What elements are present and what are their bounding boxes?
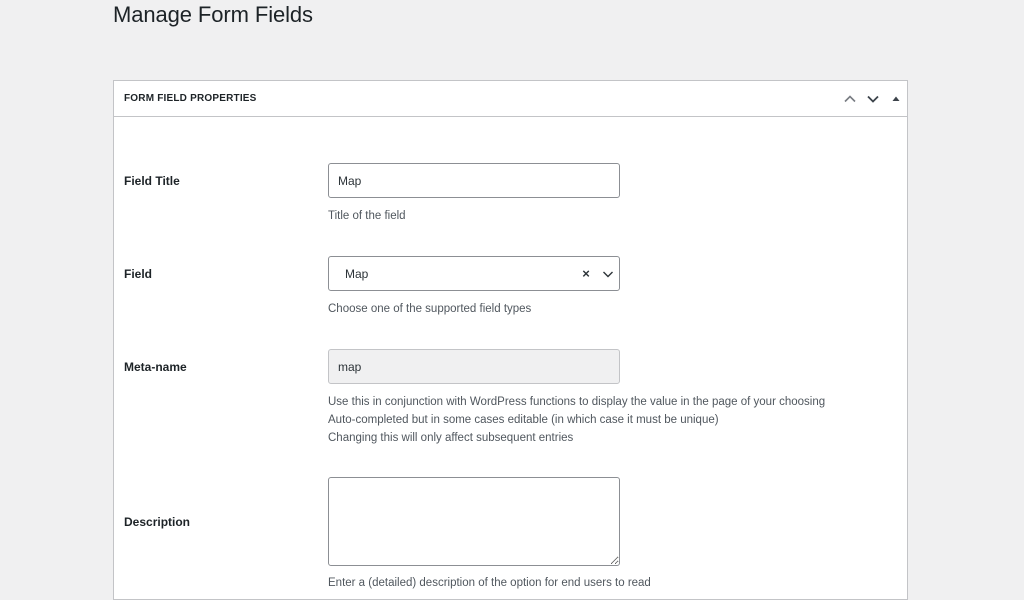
field-type-selected-value: Map xyxy=(345,266,369,281)
triangle-up-icon[interactable] xyxy=(884,81,907,117)
description-label: Description xyxy=(124,515,191,529)
chevron-up-icon[interactable] xyxy=(838,81,861,117)
description-help: Enter a (detailed) description of the op… xyxy=(328,577,651,589)
postbox-title: FORM FIELD PROPERTIES xyxy=(124,93,257,104)
meta-name-label: Meta-name xyxy=(124,360,187,374)
form-field-properties-box: FORM FIELD PROPERTIES Field Title Title … xyxy=(113,80,908,600)
field-title-input[interactable] xyxy=(328,163,620,198)
field-title-label: Field Title xyxy=(124,174,180,188)
field-type-help: Choose one of the supported field types xyxy=(328,303,532,315)
meta-name-help-line-1: Use this in conjunction with WordPress f… xyxy=(328,396,826,408)
chevron-down-icon[interactable] xyxy=(861,81,884,117)
description-textarea[interactable] xyxy=(328,477,620,566)
field-type-select[interactable]: Map × xyxy=(328,256,620,291)
handle-actions xyxy=(838,81,907,116)
chevron-down-icon[interactable] xyxy=(597,268,619,280)
meta-name-input[interactable] xyxy=(328,349,620,384)
field-title-help: Title of the field xyxy=(328,210,406,222)
meta-name-help-line-3: Changing this will only affect subsequen… xyxy=(328,432,574,444)
meta-name-help-line-2: Auto-completed but in some cases editabl… xyxy=(328,414,719,426)
page-title: Manage Form Fields xyxy=(113,2,313,27)
clear-icon[interactable]: × xyxy=(579,266,593,281)
field-type-label: Field xyxy=(124,267,153,281)
postbox-header[interactable]: FORM FIELD PROPERTIES xyxy=(114,81,907,117)
